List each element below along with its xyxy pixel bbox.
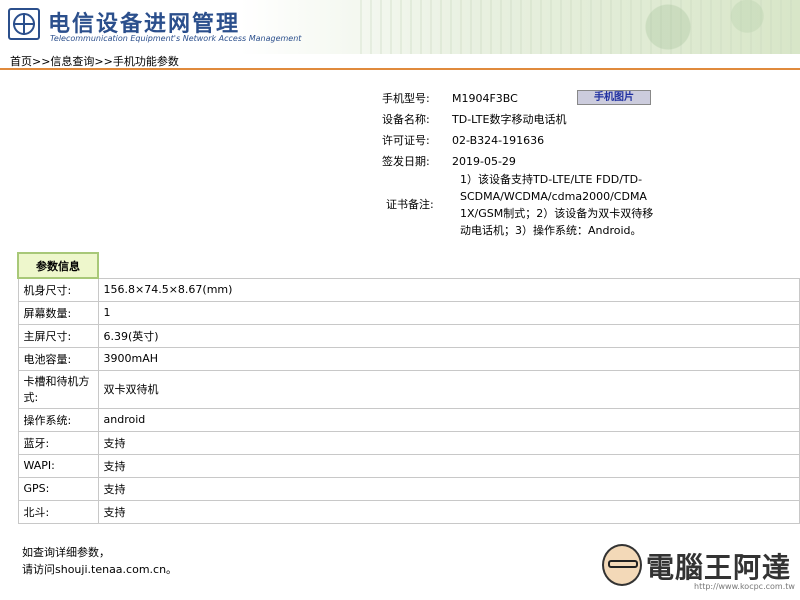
watermark-text: 電腦王阿達 xyxy=(646,551,792,584)
param-label: 蓝牙: xyxy=(17,430,99,455)
param-value: android xyxy=(97,407,800,432)
issue-date-row: 签发日期: 2019-05-29 xyxy=(382,151,682,172)
param-label: WAPI: xyxy=(17,453,99,478)
param-label: GPS: xyxy=(17,476,99,501)
table-row: 蓝牙: 支持 xyxy=(17,430,800,455)
device-name-value: TD-LTE数字移动电话机 xyxy=(452,113,567,126)
model-label: 手机型号: xyxy=(382,92,430,105)
device-info: 手机型号: M1904F3BC 手机图片 设备名称: TD-LTE数字移动电话机… xyxy=(382,88,682,172)
params-header-row: 参数信息 xyxy=(17,252,800,279)
params-header-spacer xyxy=(97,253,800,279)
param-label: 屏幕数量: xyxy=(17,300,99,325)
device-name-label: 设备名称: xyxy=(382,113,430,126)
watermark: 電腦王阿達 http://www.kocpc.com.tw xyxy=(602,540,795,596)
param-value: 支持 xyxy=(97,499,800,524)
remark-label: 证书备注: xyxy=(386,198,434,211)
header-decoration xyxy=(360,0,800,54)
table-row: 卡槽和待机方式: 双卡双待机 xyxy=(17,369,800,409)
table-row: GPS: 支持 xyxy=(17,476,800,501)
model-row: 手机型号: M1904F3BC 手机图片 xyxy=(382,88,682,109)
param-label: 机身尺寸: xyxy=(17,277,99,302)
remark-value: 1）该设备支持TD-LTE/LTE FDD/TD-SCDMA/WCDMA/cdm… xyxy=(460,173,654,237)
table-row: 北斗: 支持 xyxy=(17,499,800,524)
license-value: 02-B324-191636 xyxy=(452,134,545,147)
footer-line-1: 如查询详细参数， xyxy=(22,546,110,559)
param-label: 北斗: xyxy=(17,499,99,524)
watermark-url: http://www.kocpc.com.tw xyxy=(694,582,795,591)
table-row: 主屏尺寸: 6.39(英寸) xyxy=(17,323,800,348)
issue-date-label: 签发日期: xyxy=(382,155,430,168)
table-row: 屏幕数量: 1 xyxy=(17,300,800,325)
table-row: 机身尺寸: 156.8×74.5×8.67(mm) xyxy=(17,277,800,302)
site-subtitle: Telecommunication Equipment's Network Ac… xyxy=(50,34,302,43)
param-value: 1 xyxy=(97,300,800,325)
param-value: 双卡双待机 xyxy=(97,369,800,409)
table-row: WAPI: 支持 xyxy=(17,453,800,478)
device-name-row: 设备名称: TD-LTE数字移动电话机 xyxy=(382,109,682,130)
param-value: 6.39(英寸) xyxy=(97,323,800,348)
param-label: 卡槽和待机方式: xyxy=(17,369,99,409)
license-row: 许可证号: 02-B324-191636 xyxy=(382,130,682,151)
params-table: 参数信息 机身尺寸: 156.8×74.5×8.67(mm) 屏幕数量: 1 主… xyxy=(17,252,800,524)
table-row: 电池容量: 3900mAH xyxy=(17,346,800,371)
param-label: 电池容量: xyxy=(17,346,99,371)
param-value: 3900mAH xyxy=(97,346,800,371)
param-value: 支持 xyxy=(97,453,800,478)
site-header: 电信设备进网管理 Telecommunication Equipment's N… xyxy=(0,0,800,54)
param-label: 操作系统: xyxy=(17,407,99,432)
mascot-face-icon xyxy=(602,544,642,586)
issue-date-value: 2019-05-29 xyxy=(452,155,516,168)
footer-note: 如查询详细参数， 请访问shouji.tenaa.com.cn。 xyxy=(22,544,177,578)
table-row: 操作系统: android xyxy=(17,407,800,432)
params-header: 参数信息 xyxy=(17,252,99,279)
param-value: 支持 xyxy=(97,430,800,455)
model-value: M1904F3BC xyxy=(452,92,518,105)
logo-icon xyxy=(8,8,40,40)
phone-photo-button[interactable]: 手机图片 xyxy=(577,90,651,105)
footer-line-2[interactable]: 请访问shouji.tenaa.com.cn。 xyxy=(22,561,177,578)
param-label: 主屏尺寸: xyxy=(17,323,99,348)
breadcrumb[interactable]: 首页>>信息查询>>手机功能参数 xyxy=(0,54,800,70)
license-label: 许可证号: xyxy=(382,134,430,147)
param-value: 156.8×74.5×8.67(mm) xyxy=(97,277,800,302)
param-value: 支持 xyxy=(97,476,800,501)
